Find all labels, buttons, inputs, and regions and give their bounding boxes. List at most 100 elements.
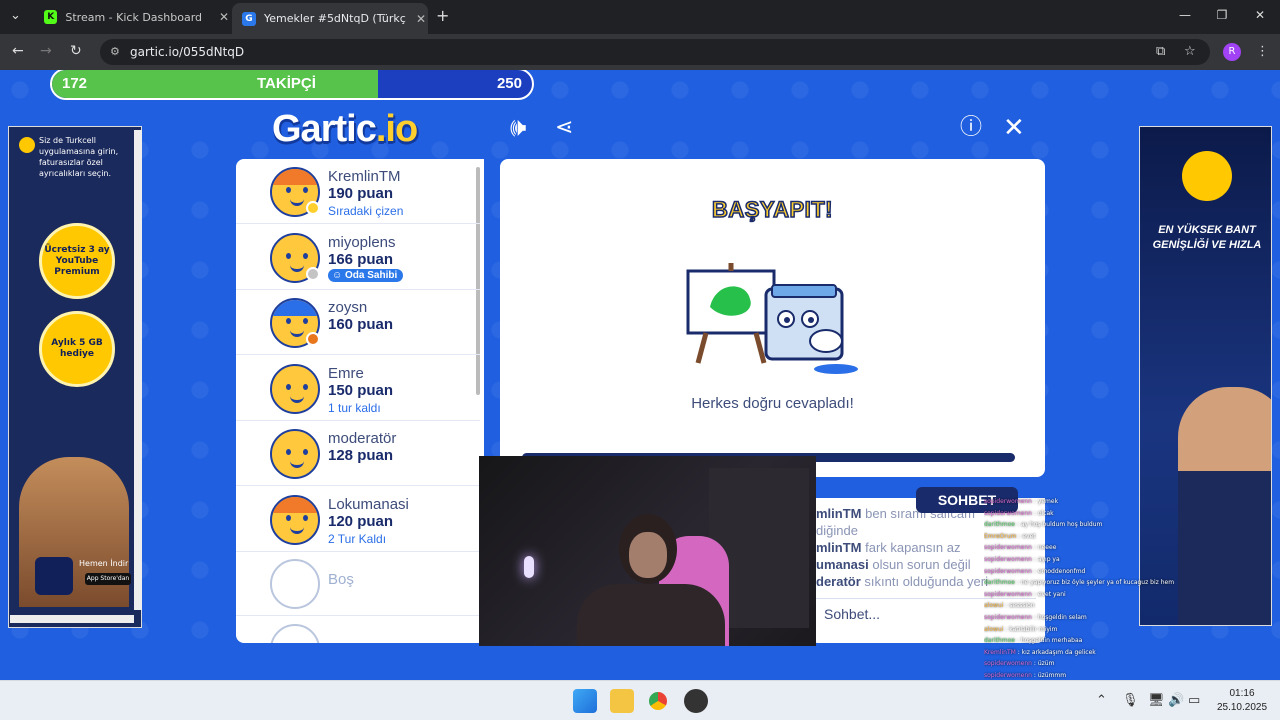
board-title: BAŞYAPIT! — [711, 196, 834, 223]
ad-download-text: Hemen İndir — [79, 559, 129, 568]
back-icon[interactable]: ← — [12, 43, 24, 59]
stream-chat-message: sopiderwomenn : ayıp ya — [984, 556, 1060, 563]
player-points: 166 puan — [328, 250, 394, 268]
follower-current: 172 — [62, 75, 88, 92]
share-icon[interactable]: ⋖ — [555, 114, 573, 142]
exit-icon[interactable]: ✕ — [1003, 114, 1025, 142]
player-row[interactable]: miyoplens 166 puan ☺ Oda Sahibi — [236, 225, 480, 290]
reload-icon[interactable]: ↻ — [70, 43, 82, 59]
maximize-icon[interactable]: ❐ — [1212, 8, 1232, 22]
windows-start-icon[interactable] — [573, 689, 597, 713]
tab-search-icon[interactable]: ⌄ — [10, 8, 21, 23]
avatar-face — [284, 252, 310, 272]
taskbar-clock[interactable]: 01:16 25.10.2025 — [1212, 687, 1272, 715]
forward-icon[interactable]: → — [40, 43, 52, 59]
url-field[interactable]: ⚙ gartic.io/055dNtqD — [100, 39, 1210, 65]
browser-tab-bar: ⌄ K Stream - Kick Dashboard ✕ G Yemekler… — [0, 0, 1280, 34]
result-message: Herkes doğru cevapladı! — [691, 395, 854, 412]
follower-goal-bar: 172 TAKİPÇİ 250 — [50, 70, 534, 100]
tab-title: Yemekler #5dNtqD (Türkçe) - G — [264, 12, 406, 25]
empty-player-slot[interactable] — [236, 616, 480, 643]
microphone-icon[interactable]: 🎙 — [1122, 693, 1139, 708]
players-list: KremlinTM 190 puan Sıradaki çizen miyoplens… — [236, 159, 484, 643]
player-row[interactable]: Emre 150 puan 1 tur kaldı — [236, 356, 480, 421]
empty-avatar — [270, 559, 320, 609]
battery-icon[interactable]: ▭ — [1188, 693, 1200, 708]
chat-message: umanasi olsun sorun değil — [816, 557, 971, 572]
chrome-icon[interactable] — [646, 689, 670, 713]
player-status-dot — [306, 266, 320, 281]
volume-icon[interactable]: 🔊 — [1168, 693, 1184, 708]
stream-chat-message: alowui : sesssion — [984, 602, 1035, 610]
avatar-hair — [272, 169, 318, 185]
player-name: Emre — [328, 364, 364, 382]
player-row[interactable]: KremlinTM 190 puan Sıradaki çizen — [236, 159, 480, 224]
player-status-dot — [306, 332, 320, 346]
empty-label: Boş — [328, 571, 354, 588]
game-board: BAŞYAPIT! Herkes doğru cevapladı! — [500, 159, 1045, 477]
close-window-icon[interactable]: ✕ — [1250, 8, 1270, 22]
menu-kebab-icon[interactable]: ⋮ — [1256, 44, 1269, 59]
ad-scrollbar-vertical[interactable] — [134, 130, 142, 610]
player-name: zoysn — [328, 299, 368, 316]
tray-chevron-icon[interactable]: ⌃ — [1096, 693, 1107, 708]
player-avatar — [270, 494, 320, 545]
app-icon — [35, 557, 73, 595]
logo-suffix: .io — [375, 108, 418, 150]
stream-chat-message: KremlinTM : kız arkadaşım da gelicek — [984, 648, 1096, 656]
new-tab-button[interactable]: + — [436, 6, 449, 25]
ad-scrollbar-horizontal[interactable] — [10, 615, 134, 623]
network-icon[interactable]: 🖥 — [1148, 693, 1165, 708]
ad-headline: EN YÜKSEK BANT GENİŞLİĞİ VE HIZLA — [1152, 224, 1262, 251]
stream-chat-message: darithmoe : hoşgeldin merhabaa — [984, 637, 1083, 645]
minimize-icon[interactable]: — — [1175, 8, 1195, 22]
stream-chat-message: sopiderwomenn : evet yani — [984, 590, 1066, 598]
stream-chat-message: sopiderwomenn : yemek — [984, 498, 1059, 505]
lamp-light — [524, 556, 534, 578]
gartic-icon: G — [242, 11, 256, 26]
player-row[interactable]: zoysn 160 puan — [236, 290, 480, 355]
player-row[interactable]: Lokumanasi 120 puan 2 Tur Kaldı — [236, 487, 480, 552]
url-text: gartic.io/055dNtqD — [130, 45, 245, 59]
ad-man-image — [1178, 387, 1271, 625]
file-explorer-icon[interactable] — [610, 689, 634, 713]
site-info-icon[interactable]: ⚙ — [110, 39, 120, 65]
tab-gartic[interactable]: G Yemekler #5dNtqD (Türkçe) - G ✕ — [232, 3, 428, 34]
avatar-face — [284, 187, 310, 206]
chat-message: diğinde — [816, 523, 858, 538]
empty-player-slot[interactable]: Boş — [236, 551, 480, 616]
info-icon[interactable]: ⓘ — [960, 114, 982, 142]
player-name: Lokumanasi — [328, 495, 409, 513]
stream-chat-message: sopiderwomenn : neeee — [984, 544, 1057, 552]
logo-main: Gartic — [272, 108, 377, 150]
sound-icon[interactable]: 🕪 — [510, 114, 526, 142]
install-app-icon[interactable]: ⧉ — [1156, 44, 1165, 59]
tab-close-icon[interactable]: ✕ — [219, 10, 229, 24]
webcam-overlay — [479, 456, 816, 646]
tab-close-icon[interactable]: ✕ — [416, 12, 426, 26]
avatar-face — [284, 383, 310, 403]
stream-chat-message: alowui : katılabilir miyim — [984, 625, 1058, 633]
profile-avatar[interactable]: R — [1223, 43, 1241, 61]
player-status: 1 tur kaldı — [328, 400, 381, 415]
player-status: Sıradaki çizen — [328, 204, 404, 218]
tab-title: Stream - Kick Dashboard — [65, 10, 203, 24]
player-name: miyoplens — [328, 233, 396, 251]
streamer-face — [629, 532, 667, 578]
follower-label: TAKİPÇİ — [257, 75, 316, 92]
player-status-dot — [306, 201, 320, 215]
windows-taskbar: ⌃ 🎙 🖥 🔊 ▭ 01:16 25.10.2025 — [0, 680, 1280, 720]
player-points: 150 puan — [328, 381, 394, 399]
obs-icon[interactable] — [684, 689, 708, 713]
player-row[interactable]: moderatör 128 puan — [236, 421, 480, 486]
player-points: 190 puan — [328, 185, 394, 202]
bookmark-star-icon[interactable]: ☆ — [1184, 44, 1196, 59]
room-owner-badge: ☺ Oda Sahibi — [328, 268, 404, 282]
app-store-badge[interactable]: App Store'dan — [85, 573, 131, 585]
tab-kick-dashboard[interactable]: K Stream - Kick Dashboard ✕ — [34, 0, 229, 34]
player-points: 128 puan — [328, 447, 394, 464]
gartic-logo: Gartic.io — [272, 108, 418, 151]
left-advertisement[interactable]: Siz de Turkcell uygulamasına girin, fatu… — [8, 126, 142, 628]
stream-chat-message: darithmoe : ay hoş buldum hoş buldum — [984, 521, 1103, 529]
stream-chat-message: sopiderwomenn : emoddenonfmd — [984, 567, 1086, 575]
